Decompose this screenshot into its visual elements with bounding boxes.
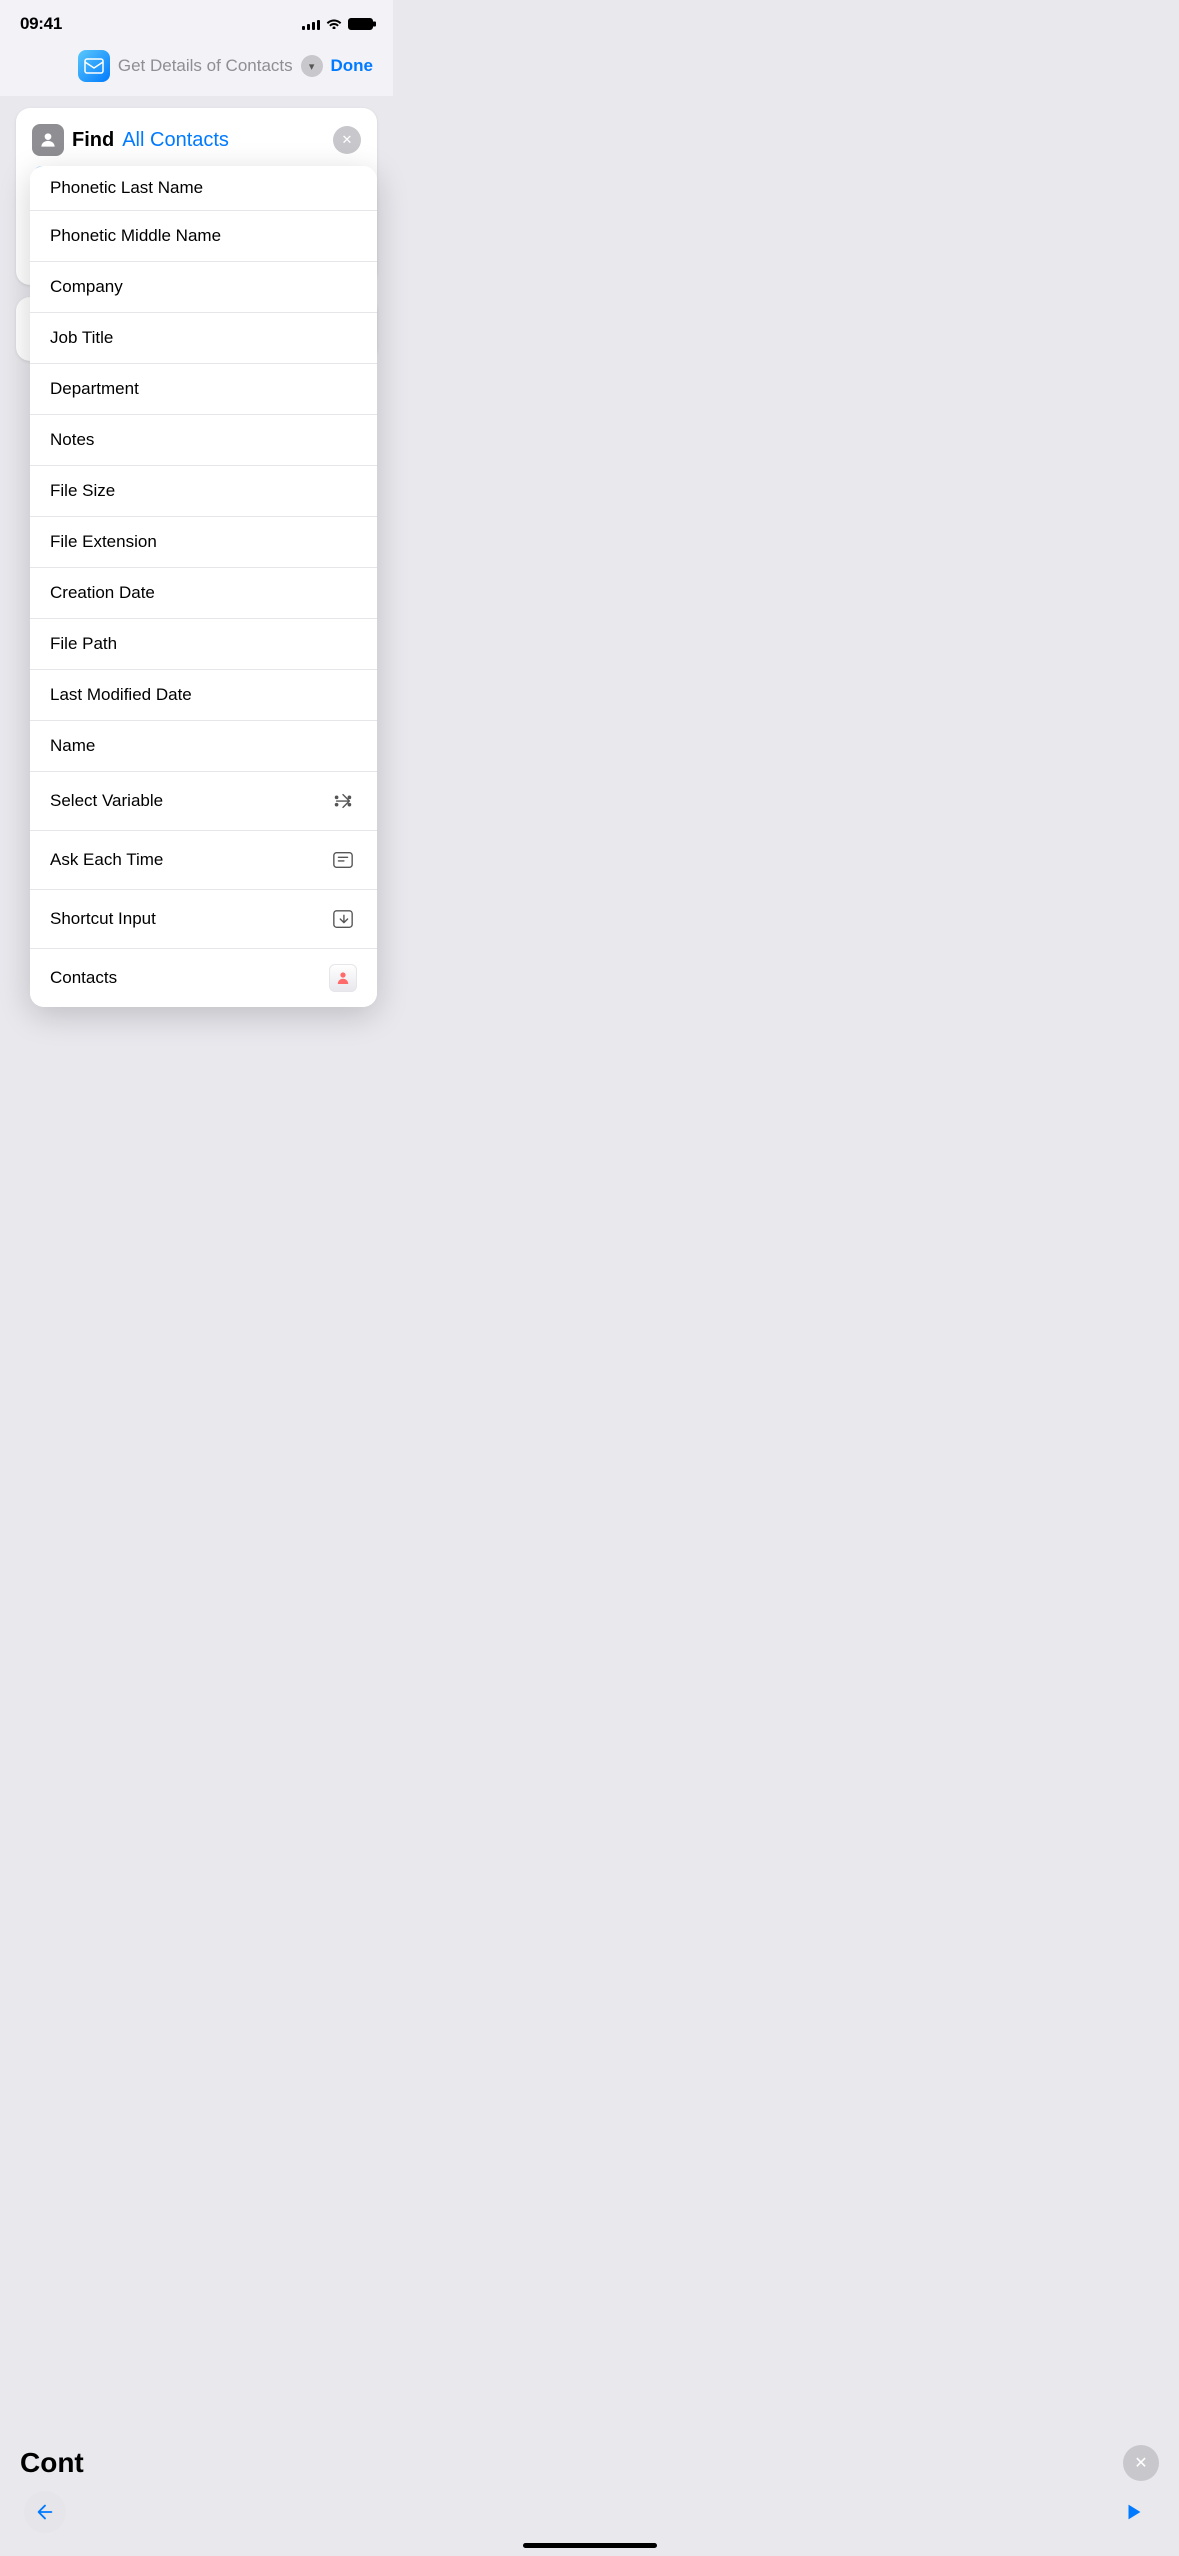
list-item[interactable]: Shortcut Input: [30, 890, 377, 949]
list-item[interactable]: Department: [30, 364, 377, 415]
find-row: Find All Contacts ✕: [32, 124, 361, 156]
status-bar: 09:41: [0, 0, 393, 40]
close-button[interactable]: ✕: [333, 126, 361, 154]
ask-each-time-label: Ask Each Time: [50, 850, 163, 870]
shortcut-input-icon: [329, 905, 357, 933]
contacts-label: Contacts: [50, 968, 117, 988]
ask-each-time-icon: [329, 846, 357, 874]
last-modified-date-label: Last Modified Date: [50, 685, 192, 705]
phonetic-middle-name-label: Phonetic Middle Name: [50, 226, 221, 246]
contacts-icon: [329, 964, 357, 992]
file-path-label: File Path: [50, 634, 117, 654]
creation-date-label: Creation Date: [50, 583, 155, 603]
header-center: Get Details of Contacts ▾: [78, 50, 323, 82]
all-contacts-label[interactable]: All Contacts: [122, 129, 229, 152]
main-content: Find All Contacts ✕ + Ad... Sort b None …: [0, 96, 393, 373]
list-item[interactable]: File Size: [30, 466, 377, 517]
list-item[interactable]: Job Title: [30, 313, 377, 364]
file-size-label: File Size: [50, 481, 115, 501]
bottom-close-button[interactable]: ✕: [1123, 2445, 1159, 2481]
notes-label: Notes: [50, 430, 94, 450]
job-title-label: Job Title: [50, 328, 113, 348]
list-item[interactable]: Creation Date: [30, 568, 377, 619]
dropdown-menu: Phonetic Last Name Phonetic Middle Name …: [30, 166, 377, 1007]
signal-icon: [302, 18, 320, 30]
file-extension-label: File Extension: [50, 532, 157, 552]
list-item[interactable]: Ask Each Time: [30, 831, 377, 890]
find-label: Find: [72, 129, 114, 152]
header-title: Get Details of Contacts: [118, 56, 293, 76]
list-item[interactable]: File Path: [30, 619, 377, 670]
bottom-section: Cont ✕: [0, 2435, 1179, 2556]
header: Get Details of Contacts ▾ Done: [0, 40, 393, 96]
contact-icon: [32, 124, 64, 156]
dropdown-item-partial[interactable]: Phonetic Last Name: [30, 166, 377, 211]
department-label: Department: [50, 379, 139, 399]
app-icon: [78, 50, 110, 82]
select-variable-icon: [329, 787, 357, 815]
list-item[interactable]: Notes: [30, 415, 377, 466]
cont-label: Cont: [20, 2447, 84, 2479]
chevron-down-icon[interactable]: ▾: [301, 55, 323, 77]
battery-icon: [348, 18, 373, 30]
list-item[interactable]: Select Variable: [30, 772, 377, 831]
wifi-icon: [326, 16, 342, 32]
company-label: Company: [50, 277, 123, 297]
list-item[interactable]: Contacts: [30, 949, 377, 1007]
list-item[interactable]: Name: [30, 721, 377, 772]
status-time: 09:41: [20, 14, 62, 34]
list-item[interactable]: Last Modified Date: [30, 670, 377, 721]
status-icons: [302, 16, 373, 32]
list-item[interactable]: Phonetic Middle Name: [30, 211, 377, 262]
back-button[interactable]: [24, 2491, 66, 2533]
list-item[interactable]: Company: [30, 262, 377, 313]
name-label: Name: [50, 736, 95, 756]
done-button[interactable]: Done: [331, 56, 374, 76]
list-item[interactable]: File Extension: [30, 517, 377, 568]
play-button[interactable]: [1113, 2491, 1155, 2533]
shortcut-input-label: Shortcut Input: [50, 909, 156, 929]
select-variable-label: Select Variable: [50, 791, 163, 811]
phonetic-last-name-item-partial: Phonetic Last Name: [50, 178, 203, 197]
